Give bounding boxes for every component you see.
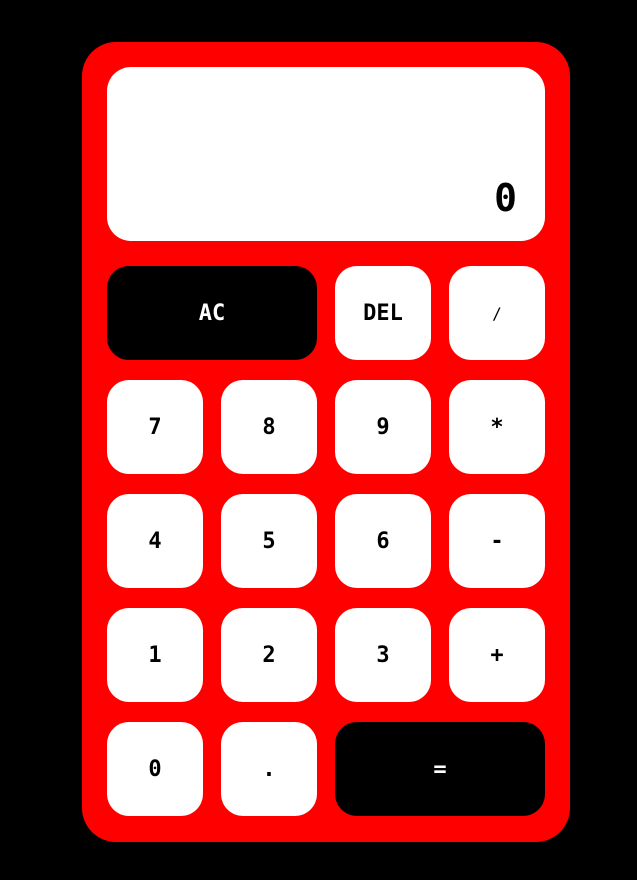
minus-button[interactable]: - bbox=[449, 494, 545, 588]
digit-3-button[interactable]: 3 bbox=[335, 608, 431, 702]
digit-1-button[interactable]: 1 bbox=[107, 608, 203, 702]
calculator-body: 0 AC DEL / 7 8 9 * 4 5 6 - 1 2 3 + 0 . = bbox=[82, 42, 570, 842]
equals-button[interactable]: = bbox=[335, 722, 545, 816]
divide-button[interactable]: / bbox=[449, 266, 545, 360]
calculator-display: 0 bbox=[107, 67, 545, 241]
plus-button[interactable]: + bbox=[449, 608, 545, 702]
delete-button[interactable]: DEL bbox=[335, 266, 431, 360]
multiply-button[interactable]: * bbox=[449, 380, 545, 474]
display-value: 0 bbox=[494, 176, 517, 220]
digit-5-button[interactable]: 5 bbox=[221, 494, 317, 588]
digit-9-button[interactable]: 9 bbox=[335, 380, 431, 474]
digit-0-button[interactable]: 0 bbox=[107, 722, 203, 816]
digit-8-button[interactable]: 8 bbox=[221, 380, 317, 474]
decimal-button[interactable]: . bbox=[221, 722, 317, 816]
digit-6-button[interactable]: 6 bbox=[335, 494, 431, 588]
digit-4-button[interactable]: 4 bbox=[107, 494, 203, 588]
digit-7-button[interactable]: 7 bbox=[107, 380, 203, 474]
digit-2-button[interactable]: 2 bbox=[221, 608, 317, 702]
clear-button[interactable]: AC bbox=[107, 266, 317, 360]
